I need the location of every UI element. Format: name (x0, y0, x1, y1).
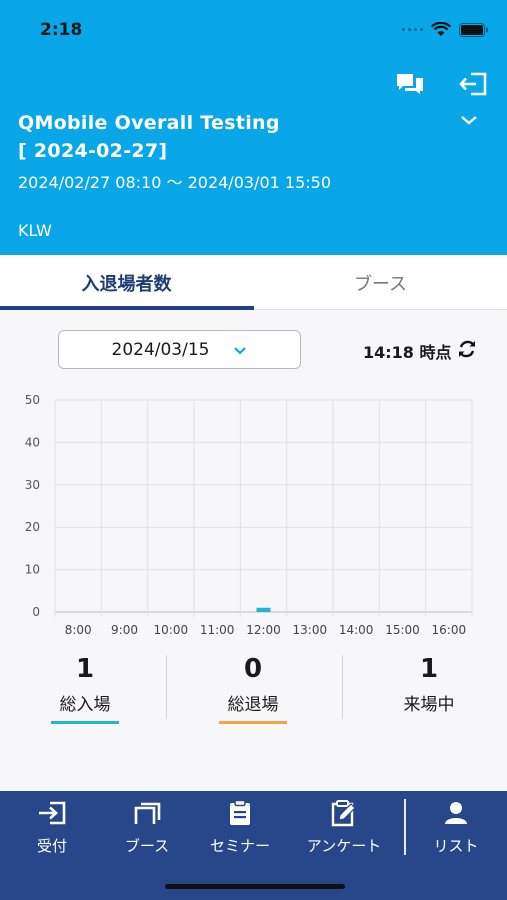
y-tick-label: 30 (25, 478, 40, 492)
y-tick-label: 40 (25, 435, 40, 449)
y-tick-label: 50 (25, 393, 40, 407)
status-time: 2:18 (40, 20, 83, 40)
nav-list-label: リスト (433, 837, 479, 855)
stat-total-entry-underline (51, 721, 119, 724)
nav-survey-label: アンケート (306, 837, 382, 855)
stat-total-entry-label: 総入場 (59, 695, 111, 715)
status-bar: 2:18 (0, 0, 507, 60)
nav-seminar-label: セミナー (209, 837, 270, 855)
event-date: [ 2024-02-27] (18, 140, 168, 162)
cellular-signal-icon (402, 28, 423, 31)
tab-attendance[interactable]: 入退場者数 (0, 255, 253, 310)
stat-total-exit-underline (219, 721, 287, 724)
status-icons (402, 22, 489, 37)
x-tick-label: 8:00 (65, 623, 92, 637)
tab-booth[interactable]: ブース (254, 255, 507, 310)
nav-seminar[interactable]: セミナー (198, 799, 282, 856)
nav-reception[interactable]: 受付 (22, 799, 82, 856)
attendance-chart: 0 10 20 30 40 50 8:00 9:00 10:00 11:00 12:00 13:00 1… (25, 393, 473, 637)
login-icon (22, 799, 82, 827)
x-tick-label: 15:00 (385, 623, 420, 637)
nav-reception-label: 受付 (36, 837, 67, 855)
home-indicator (165, 884, 345, 889)
stat-current-visitors: 1 来場中 (344, 650, 507, 715)
date-select-value: 2024/03/15 (111, 339, 210, 360)
y-tick-label: 20 (25, 520, 40, 534)
tab-bar: 入退場者数 ブース (0, 255, 507, 310)
x-tick-label: 12:00 (246, 623, 281, 637)
x-tick-label: 11:00 (200, 623, 235, 637)
stat-total-exit-label: 総退場 (227, 695, 279, 715)
nav-list[interactable]: リスト (420, 799, 492, 856)
event-title: QMobile Overall Testing (18, 112, 280, 134)
as-of-time: 14:18 時点 (363, 338, 478, 364)
stat-total-entry-value: 1 (75, 654, 95, 684)
event-period: 2024/02/27 08:10 ～ 2024/03/01 15:50 (18, 173, 332, 192)
nav-separator (404, 799, 406, 855)
booth-icon (112, 799, 182, 827)
stat-current-visitors-value: 1 (419, 654, 439, 684)
refresh-icon[interactable] (456, 338, 478, 364)
event-organizer: KLW (18, 221, 52, 240)
nav-booth-label: ブース (124, 837, 170, 855)
stat-total-exit: 0 総退場 (168, 650, 338, 724)
stat-total-entry: 1 総入場 (0, 650, 170, 724)
stat-current-visitors-label: 来場中 (403, 695, 455, 715)
x-tick-label: 13:00 (293, 623, 328, 637)
chevron-down-icon (233, 340, 247, 360)
person-icon (420, 799, 492, 827)
stat-total-exit-value: 0 (243, 654, 263, 684)
active-tab-indicator (0, 306, 254, 310)
chart-bar (256, 607, 271, 612)
nav-booth[interactable]: ブース (112, 799, 182, 856)
stat-divider (342, 655, 343, 719)
event-header: 2:18 QMobile Overall Testing [ 2024-02-2… (0, 0, 507, 255)
x-tick-label: 9:00 (111, 623, 138, 637)
battery-icon (459, 22, 489, 37)
x-tick-label: 16:00 (432, 623, 467, 637)
chat-icon[interactable] (394, 70, 426, 98)
nav-survey[interactable]: アンケート (294, 799, 394, 856)
logout-icon[interactable] (457, 70, 489, 98)
as-of-label: 14:18 時点 (363, 343, 452, 362)
clipboard-icon (198, 799, 282, 827)
wifi-icon (431, 22, 451, 37)
stats-summary: 1 総入場 0 総退場 1 来場中 (0, 650, 507, 730)
survey-edit-icon (294, 799, 394, 827)
x-tick-label: 14:00 (339, 623, 374, 637)
y-tick-label: 0 (32, 605, 40, 619)
stat-divider (166, 655, 167, 719)
chevron-down-icon[interactable] (458, 112, 480, 131)
x-tick-label: 10:00 (154, 623, 189, 637)
date-select[interactable]: 2024/03/15 (58, 330, 301, 369)
y-tick-label: 10 (25, 563, 40, 577)
